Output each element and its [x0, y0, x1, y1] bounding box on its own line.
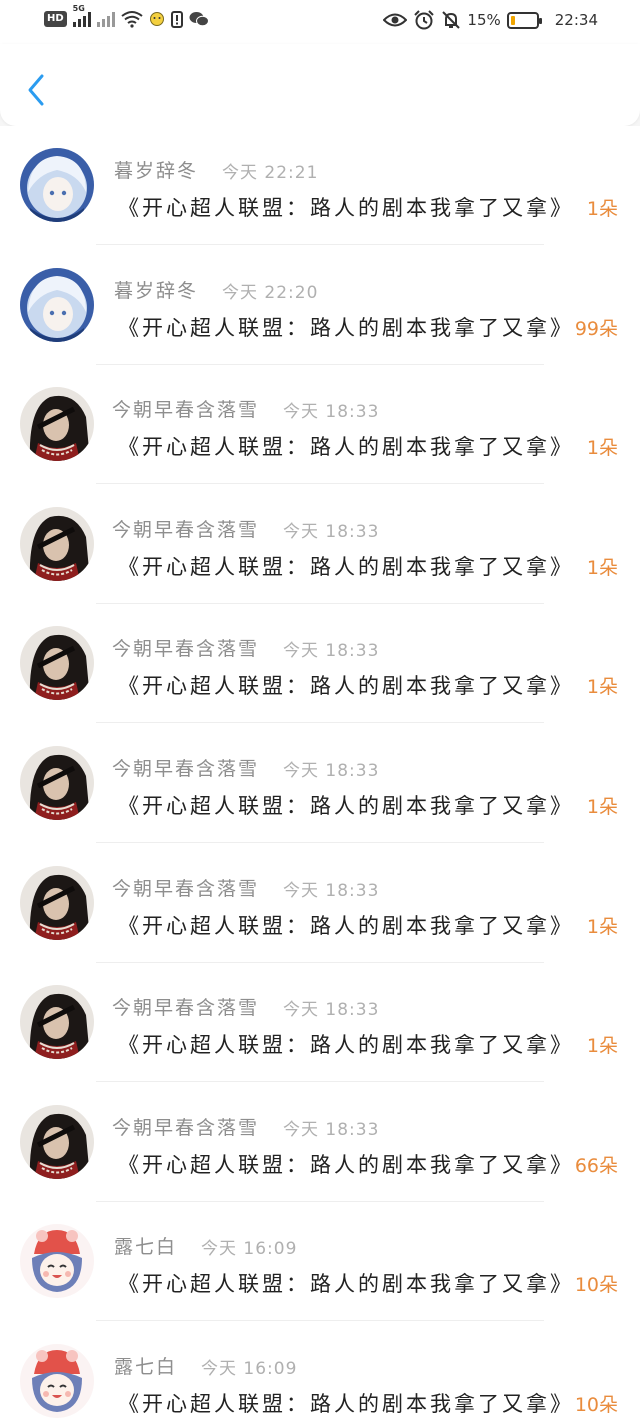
avatar-dark-hair[interactable] — [20, 985, 94, 1059]
avatar-chibi[interactable] — [20, 1344, 94, 1418]
wifi-icon — [121, 11, 143, 28]
flower-count: 66朵 — [574, 1155, 618, 1177]
divider — [96, 1081, 544, 1082]
avatar-chibi[interactable] — [20, 1224, 94, 1298]
hd-icon: HD — [44, 11, 67, 27]
alert-icon — [170, 11, 183, 28]
work-title: 《开心超人联盟：路人的剧本我拿了又拿》 — [118, 914, 574, 938]
flower-count: 1朵 — [586, 796, 618, 818]
avatar-dark-hair[interactable] — [20, 1105, 94, 1179]
username[interactable]: 今朝早春含落雪 — [112, 754, 259, 781]
username[interactable]: 露七白 — [114, 1232, 177, 1259]
work-title: 《开心超人联盟：路人的剧本我拿了又拿》 — [118, 555, 574, 579]
flower-count: 1朵 — [586, 557, 618, 579]
screen: HD 5G 15% 22:34 暮岁辞冬 今天 22:21 《开心超人联盟：路人… — [0, 0, 640, 1422]
divider — [96, 244, 544, 245]
work-title: 《开心超人联盟：路人的剧本我拿了又拿》 — [118, 196, 574, 220]
work-title: 《开心超人联盟：路人的剧本我拿了又拿》 — [118, 1153, 574, 1177]
timestamp: 今天 18:33 — [283, 641, 380, 661]
work-title: 《开心超人联盟：路人的剧本我拿了又拿》 — [118, 794, 574, 818]
work-title: 《开心超人联盟：路人的剧本我拿了又拿》 — [118, 1392, 574, 1416]
username[interactable]: 暮岁辞冬 — [114, 276, 198, 303]
avatar-dark-hair[interactable] — [20, 866, 94, 940]
list-item[interactable]: 暮岁辞冬 今天 22:21 《开心超人联盟：路人的剧本我拿了又拿》 1朵 — [0, 126, 640, 245]
back-button[interactable] — [18, 70, 54, 110]
timestamp: 今天 16:09 — [201, 1239, 298, 1259]
divider — [96, 483, 544, 484]
network-type: 5G — [72, 4, 85, 13]
list-item[interactable]: 今朝早春含落雪 今天 18:33 《开心超人联盟：路人的剧本我拿了又拿》 1朵 — [0, 485, 640, 604]
battery-fill — [510, 15, 515, 25]
flower-count: 1朵 — [586, 916, 618, 938]
list-item[interactable]: 今朝早春含落雪 今天 18:33 《开心超人联盟：路人的剧本我拿了又拿》 1朵 — [0, 724, 640, 843]
nav-bar — [0, 44, 640, 126]
avatar-dark-hair[interactable] — [20, 626, 94, 700]
username[interactable]: 今朝早春含落雪 — [112, 874, 259, 901]
username[interactable]: 暮岁辞冬 — [114, 156, 198, 183]
avatar-dark-hair[interactable] — [20, 746, 94, 820]
flower-count: 99朵 — [574, 318, 618, 340]
clock: 22:34 — [554, 11, 598, 29]
work-title: 《开心超人联盟：路人的剧本我拿了又拿》 — [118, 435, 574, 459]
timestamp: 今天 18:33 — [283, 1000, 380, 1020]
work-title: 《开心超人联盟：路人的剧本我拿了又拿》 — [118, 674, 574, 698]
flower-count: 1朵 — [586, 1035, 618, 1057]
username[interactable]: 露七白 — [114, 1352, 177, 1379]
username[interactable]: 今朝早春含落雪 — [112, 515, 259, 542]
timestamp: 今天 18:33 — [283, 1120, 380, 1140]
flower-count: 1朵 — [586, 198, 618, 220]
divider — [96, 842, 544, 843]
timestamp: 今天 16:09 — [201, 1359, 298, 1379]
username[interactable]: 今朝早春含落雪 — [112, 395, 259, 422]
list-item[interactable]: 露七白 今天 16:09 《开心超人联盟：路人的剧本我拿了又拿》 10朵 — [0, 1322, 640, 1422]
no-signal-icon — [96, 11, 115, 27]
flower-count: 1朵 — [586, 676, 618, 698]
list-item[interactable]: 今朝早春含落雪 今天 18:33 《开心超人联盟：路人的剧本我拿了又拿》 1朵 — [0, 844, 640, 963]
avatar-dark-hair[interactable] — [20, 507, 94, 581]
status-right: 15% 22:34 — [383, 10, 598, 30]
flower-count: 10朵 — [574, 1394, 618, 1416]
timestamp: 今天 22:21 — [222, 163, 319, 183]
mute-icon — [442, 11, 461, 29]
timestamp: 今天 18:33 — [283, 522, 380, 542]
list-item[interactable]: 今朝早春含落雪 今天 18:33 《开心超人联盟：路人的剧本我拿了又拿》 66朵 — [0, 1083, 640, 1202]
eye-icon — [383, 13, 408, 27]
timestamp: 今天 18:33 — [283, 761, 380, 781]
signal-icon: 5G — [72, 4, 91, 27]
flower-count: 1朵 — [586, 437, 618, 459]
list-item[interactable]: 露七白 今天 16:09 《开心超人联盟：路人的剧本我拿了又拿》 10朵 — [0, 1202, 640, 1321]
flower-count: 10朵 — [574, 1274, 618, 1296]
username[interactable]: 今朝早春含落雪 — [112, 634, 259, 661]
divider — [96, 1320, 544, 1321]
avatar-dark-hair[interactable] — [20, 387, 94, 461]
username[interactable]: 今朝早春含落雪 — [112, 993, 259, 1020]
status-bar: HD 5G 15% 22:34 — [0, 0, 640, 44]
chevron-left-icon — [28, 74, 44, 106]
wechat-icon — [189, 12, 209, 27]
avatar-white-hair[interactable] — [20, 148, 94, 222]
avatar-white-hair[interactable] — [20, 268, 94, 342]
gift-list: 暮岁辞冬 今天 22:21 《开心超人联盟：路人的剧本我拿了又拿》 1朵 暮岁辞… — [0, 126, 640, 1422]
timestamp: 今天 18:33 — [283, 881, 380, 901]
work-title: 《开心超人联盟：路人的剧本我拿了又拿》 — [118, 316, 574, 340]
timestamp: 今天 18:33 — [283, 402, 380, 422]
battery-percent: 15% — [467, 11, 501, 29]
list-item[interactable]: 暮岁辞冬 今天 22:20 《开心超人联盟：路人的剧本我拿了又拿》 99朵 — [0, 246, 640, 365]
work-title: 《开心超人联盟：路人的剧本我拿了又拿》 — [118, 1033, 574, 1057]
list-item[interactable]: 今朝早春含落雪 今天 18:33 《开心超人联盟：路人的剧本我拿了又拿》 1朵 — [0, 604, 640, 723]
list-item[interactable]: 今朝早春含落雪 今天 18:33 《开心超人联盟：路人的剧本我拿了又拿》 1朵 — [0, 963, 640, 1082]
timestamp: 今天 22:20 — [222, 283, 319, 303]
divider — [96, 722, 544, 723]
work-title: 《开心超人联盟：路人的剧本我拿了又拿》 — [118, 1272, 574, 1296]
notification-icon — [149, 12, 164, 26]
alarm-icon — [414, 10, 435, 30]
list-item[interactable]: 今朝早春含落雪 今天 18:33 《开心超人联盟：路人的剧本我拿了又拿》 1朵 — [0, 365, 640, 484]
username[interactable]: 今朝早春含落雪 — [112, 1113, 259, 1140]
status-left: HD 5G — [44, 4, 209, 28]
battery-icon — [506, 11, 542, 29]
